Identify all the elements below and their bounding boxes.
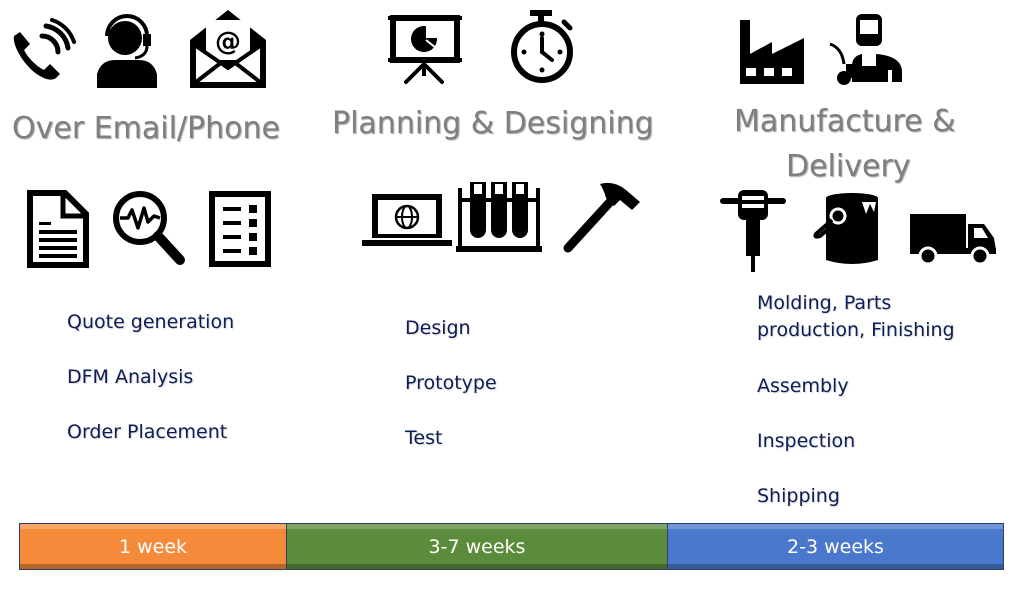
phone-icon — [8, 18, 76, 86]
jackhammer-icon — [720, 190, 786, 272]
document-icon — [27, 190, 89, 268]
timeline-label-stage2: 3-7 weeks — [428, 535, 526, 558]
timeline-bar: 1 week 3-7 weeks 2-3 weeks — [19, 523, 1004, 570]
task-molding-line1: Molding, Parts — [757, 292, 892, 314]
task-design: Design — [405, 317, 471, 339]
task-order-placement: Order Placement — [67, 421, 228, 443]
paint-bucket-icon — [812, 192, 880, 266]
task-molding-line2: production, Finishing — [757, 319, 955, 341]
task-test: Test — [405, 427, 443, 449]
timeline-label-stage1: 1 week — [118, 535, 188, 558]
support-agent-icon — [95, 14, 159, 88]
stopwatch-icon — [510, 8, 578, 86]
presentation-icon — [388, 14, 462, 86]
hammer-icon — [556, 178, 646, 258]
checklist-icon — [209, 191, 271, 267]
stage-title-planning-designing: Planning & Designing — [332, 106, 654, 141]
task-dfm-analysis: DFM Analysis — [67, 366, 194, 388]
task-inspection: Inspection — [757, 430, 856, 452]
timeline-segment-stage3: 2-3 weeks — [668, 524, 1003, 569]
timeline-segment-stage2: 3-7 weeks — [287, 524, 668, 569]
stage-title-email-phone: Over Email/Phone — [12, 111, 280, 146]
truck-icon — [910, 212, 1000, 264]
analysis-magnifier-icon — [108, 188, 188, 268]
factory-icon — [738, 18, 806, 86]
stage-title-delivery-line2: Delivery — [786, 149, 911, 184]
timeline-segment-stage1: 1 week — [20, 524, 287, 569]
svg-text:@: @ — [215, 27, 241, 57]
task-assembly: Assembly — [757, 375, 849, 397]
email-icon: @ — [188, 6, 268, 90]
stage-title-manufacture-line1: Manufacture & — [734, 104, 956, 139]
task-shipping: Shipping — [757, 485, 840, 507]
welder-icon — [826, 12, 906, 86]
timeline-label-stage3: 2-3 weeks — [787, 535, 884, 558]
test-tubes-icon — [456, 178, 542, 254]
task-quote-generation: Quote generation — [67, 311, 235, 333]
task-prototype: Prototype — [405, 372, 497, 394]
laptop-icon — [362, 192, 452, 248]
